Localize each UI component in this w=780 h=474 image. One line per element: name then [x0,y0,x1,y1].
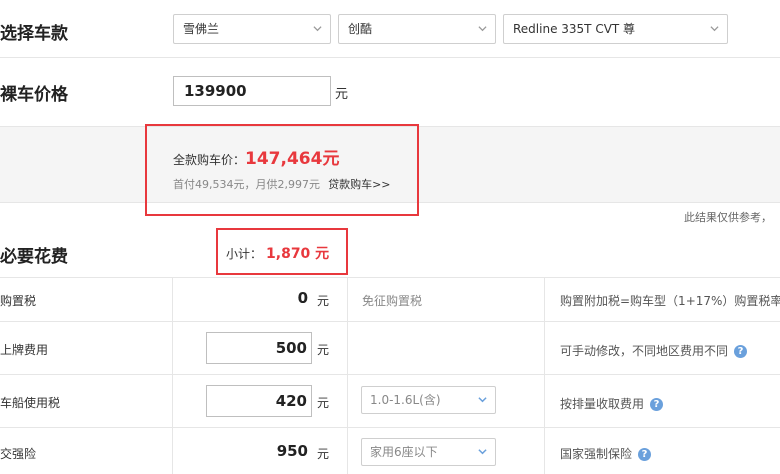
total-price-line: 全款购车价：147,464元 [173,144,339,169]
seat-type-select-value: 家用6座以下 [370,445,438,459]
compulsory-insurance-unit: 元 [317,447,330,461]
purchase-tax-unit: 元 [317,294,330,308]
compulsory-insurance-label: 交强险 [0,447,37,461]
divider [0,374,780,375]
chevron-down-icon [478,26,487,32]
required-costs-title: 必要花费 [0,247,68,267]
bare-price-unit: 元 [335,87,349,102]
installment-text: 首付49,534元，月供2,997元 [173,178,320,191]
chevron-down-icon [478,449,487,455]
brand-select[interactable]: 雪佛兰 [173,14,331,44]
bare-price-title: 裸车价格 [0,85,68,105]
highlight-box-total [145,124,419,216]
displacement-select-value: 1.0-1.6L(含) [370,393,441,407]
vehicle-tax-unit: 元 [317,396,330,410]
question-circle-icon[interactable]: ? [650,398,664,411]
displacement-select[interactable]: 1.0-1.6L(含) [361,386,496,414]
subtotal-label: 小计： [226,247,263,261]
compulsory-insurance-note: 国家强制保险 [560,447,633,461]
model-select[interactable]: Redline 335T CVT 尊 [503,14,728,44]
total-price-label: 全款购车价： [173,153,246,167]
divider [0,277,780,278]
subtotal-line: 小计： 1,870 元 [226,243,329,263]
seat-type-select[interactable]: 家用6座以下 [361,438,496,466]
purchase-tax-exempt: 免征购置税 [362,294,423,308]
disclaimer-text: 此结果仅供参考， [684,211,772,224]
divider [0,57,780,58]
question-circle-icon[interactable]: ? [638,448,652,461]
loan-link[interactable]: 贷款购车>> [328,178,390,191]
divider [347,277,348,474]
series-select-value: 创酷 [348,22,373,36]
divider [172,277,173,474]
chevron-down-icon [710,26,719,32]
series-select[interactable]: 创酷 [338,14,496,44]
purchase-tax-note: 购置附加税=购车型（1+17%）购置税率 [560,294,780,308]
compulsory-insurance-note-wrap: 国家强制保险? [560,445,652,462]
chevron-down-icon [478,397,487,403]
registration-fee-note: 可手动修改，不同地区费用不同 [560,344,729,358]
purchase-tax-label: 购置税 [0,294,37,308]
compulsory-insurance-value: 950 [276,442,308,460]
registration-fee-unit: 元 [317,343,330,357]
bare-price-input[interactable]: 139900 [173,76,331,106]
brand-select-value: 雪佛兰 [183,22,220,36]
registration-fee-input[interactable]: 500 [206,332,312,364]
purchase-tax-value: 0 [297,289,308,307]
vehicle-tax-label: 车船使用税 [0,396,61,410]
select-model-title: 选择车款 [0,24,68,44]
registration-fee-note-wrap: 可手动修改，不同地区费用不同? [560,342,748,359]
divider [0,321,780,322]
divider [544,277,545,474]
vehicle-tax-note-wrap: 按排量收取费用? [560,395,664,412]
vehicle-tax-input[interactable]: 420 [206,385,312,417]
divider [0,427,780,428]
question-circle-icon[interactable]: ? [734,345,748,358]
subtotal-value: 1,870 元 [266,246,330,262]
model-select-value: Redline 335T CVT 尊 [513,22,636,36]
vehicle-tax-note: 按排量收取费用 [560,397,645,411]
total-price-value: 147,464元 [245,149,340,169]
registration-fee-label: 上牌费用 [0,343,49,357]
installment-line: 首付49,534元，月供2,997元 贷款购车>> [173,173,391,192]
chevron-down-icon [313,26,322,32]
